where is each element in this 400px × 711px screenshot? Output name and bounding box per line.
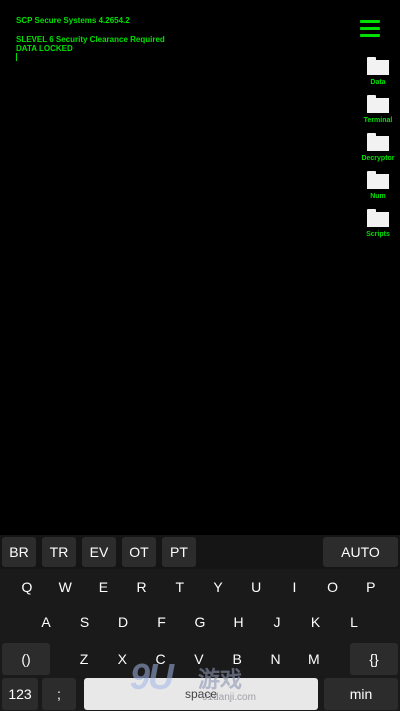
suggestion-pt[interactable]: PT xyxy=(162,537,196,567)
key-q[interactable]: Q xyxy=(12,571,42,603)
key-f[interactable]: F xyxy=(147,606,177,638)
key-k[interactable]: K xyxy=(301,606,331,638)
semicolon-key[interactable]: ; xyxy=(42,678,76,710)
folder-icon xyxy=(367,209,389,227)
folder-label: Data xyxy=(370,79,386,86)
key-l[interactable]: L xyxy=(339,606,369,638)
key-b[interactable]: B xyxy=(222,643,252,675)
key-p[interactable]: P xyxy=(356,571,386,603)
terminal-line-clearance: SLEVEL 6 Security Clearance Required xyxy=(16,35,165,44)
suggestion-bar: BR TR EV OT PT AUTO xyxy=(0,535,400,569)
key-h[interactable]: H xyxy=(224,606,254,638)
key-r[interactable]: R xyxy=(127,571,157,603)
suggestion-ot[interactable]: OT xyxy=(122,537,156,567)
key-z[interactable]: Z xyxy=(69,643,99,675)
key-j[interactable]: J xyxy=(262,606,292,638)
folder-scripts[interactable]: Scripts xyxy=(356,209,400,238)
key-m[interactable]: M xyxy=(299,643,329,675)
min-key[interactable]: min xyxy=(324,678,398,710)
auto-button[interactable]: AUTO xyxy=(323,537,398,567)
key-i[interactable]: I xyxy=(279,571,309,603)
key-v[interactable]: V xyxy=(184,643,214,675)
key-n[interactable]: N xyxy=(261,643,291,675)
folder-terminal[interactable]: Terminal xyxy=(356,95,400,124)
terminal-line-status: DATA LOCKED xyxy=(16,44,73,53)
folder-decryptor[interactable]: Decryptor xyxy=(356,133,400,162)
key-s[interactable]: S xyxy=(70,606,100,638)
folder-label: Scripts xyxy=(366,231,390,238)
hamburger-menu-icon[interactable] xyxy=(360,20,380,38)
terminal-output: SCP Secure Systems 4.2654.2 SLEVEL 6 Sec… xyxy=(16,16,165,63)
terminal-line-title: SCP Secure Systems 4.2654.2 xyxy=(16,16,130,25)
folder-num[interactable]: Num xyxy=(356,171,400,200)
braces-key[interactable]: {} xyxy=(350,643,398,675)
folder-icon xyxy=(367,95,389,113)
folder-label: Num xyxy=(370,193,386,200)
key-g[interactable]: G xyxy=(185,606,215,638)
key-u[interactable]: U xyxy=(241,571,271,603)
folder-icon xyxy=(367,57,389,75)
key-e[interactable]: E xyxy=(88,571,118,603)
space-key[interactable]: space xyxy=(84,678,318,710)
suggestion-ev[interactable]: EV xyxy=(82,537,116,567)
folder-data[interactable]: Data xyxy=(356,57,400,86)
key-a[interactable]: A xyxy=(31,606,61,638)
key-d[interactable]: D xyxy=(108,606,138,638)
key-w[interactable]: W xyxy=(50,571,80,603)
soft-keyboard: BR TR EV OT PT AUTO QWERTYUIOP ASDFGHJKL… xyxy=(0,535,400,711)
parentheses-key[interactable]: () xyxy=(2,643,50,675)
key-c[interactable]: C xyxy=(146,643,176,675)
key-y[interactable]: Y xyxy=(203,571,233,603)
key-x[interactable]: X xyxy=(107,643,137,675)
folder-icon xyxy=(367,133,389,151)
numbers-key[interactable]: 123 xyxy=(2,678,38,710)
suggestion-br[interactable]: BR xyxy=(2,537,36,567)
suggestion-tr[interactable]: TR xyxy=(42,537,76,567)
folder-label: Terminal xyxy=(363,117,393,124)
key-t[interactable]: T xyxy=(165,571,195,603)
folder-icon xyxy=(367,171,389,189)
text-cursor xyxy=(16,53,17,61)
folder-label: Decryptor xyxy=(361,155,395,162)
key-o[interactable]: O xyxy=(318,571,348,603)
terminal-screen: SCP Secure Systems 4.2654.2 SLEVEL 6 Sec… xyxy=(0,0,400,535)
